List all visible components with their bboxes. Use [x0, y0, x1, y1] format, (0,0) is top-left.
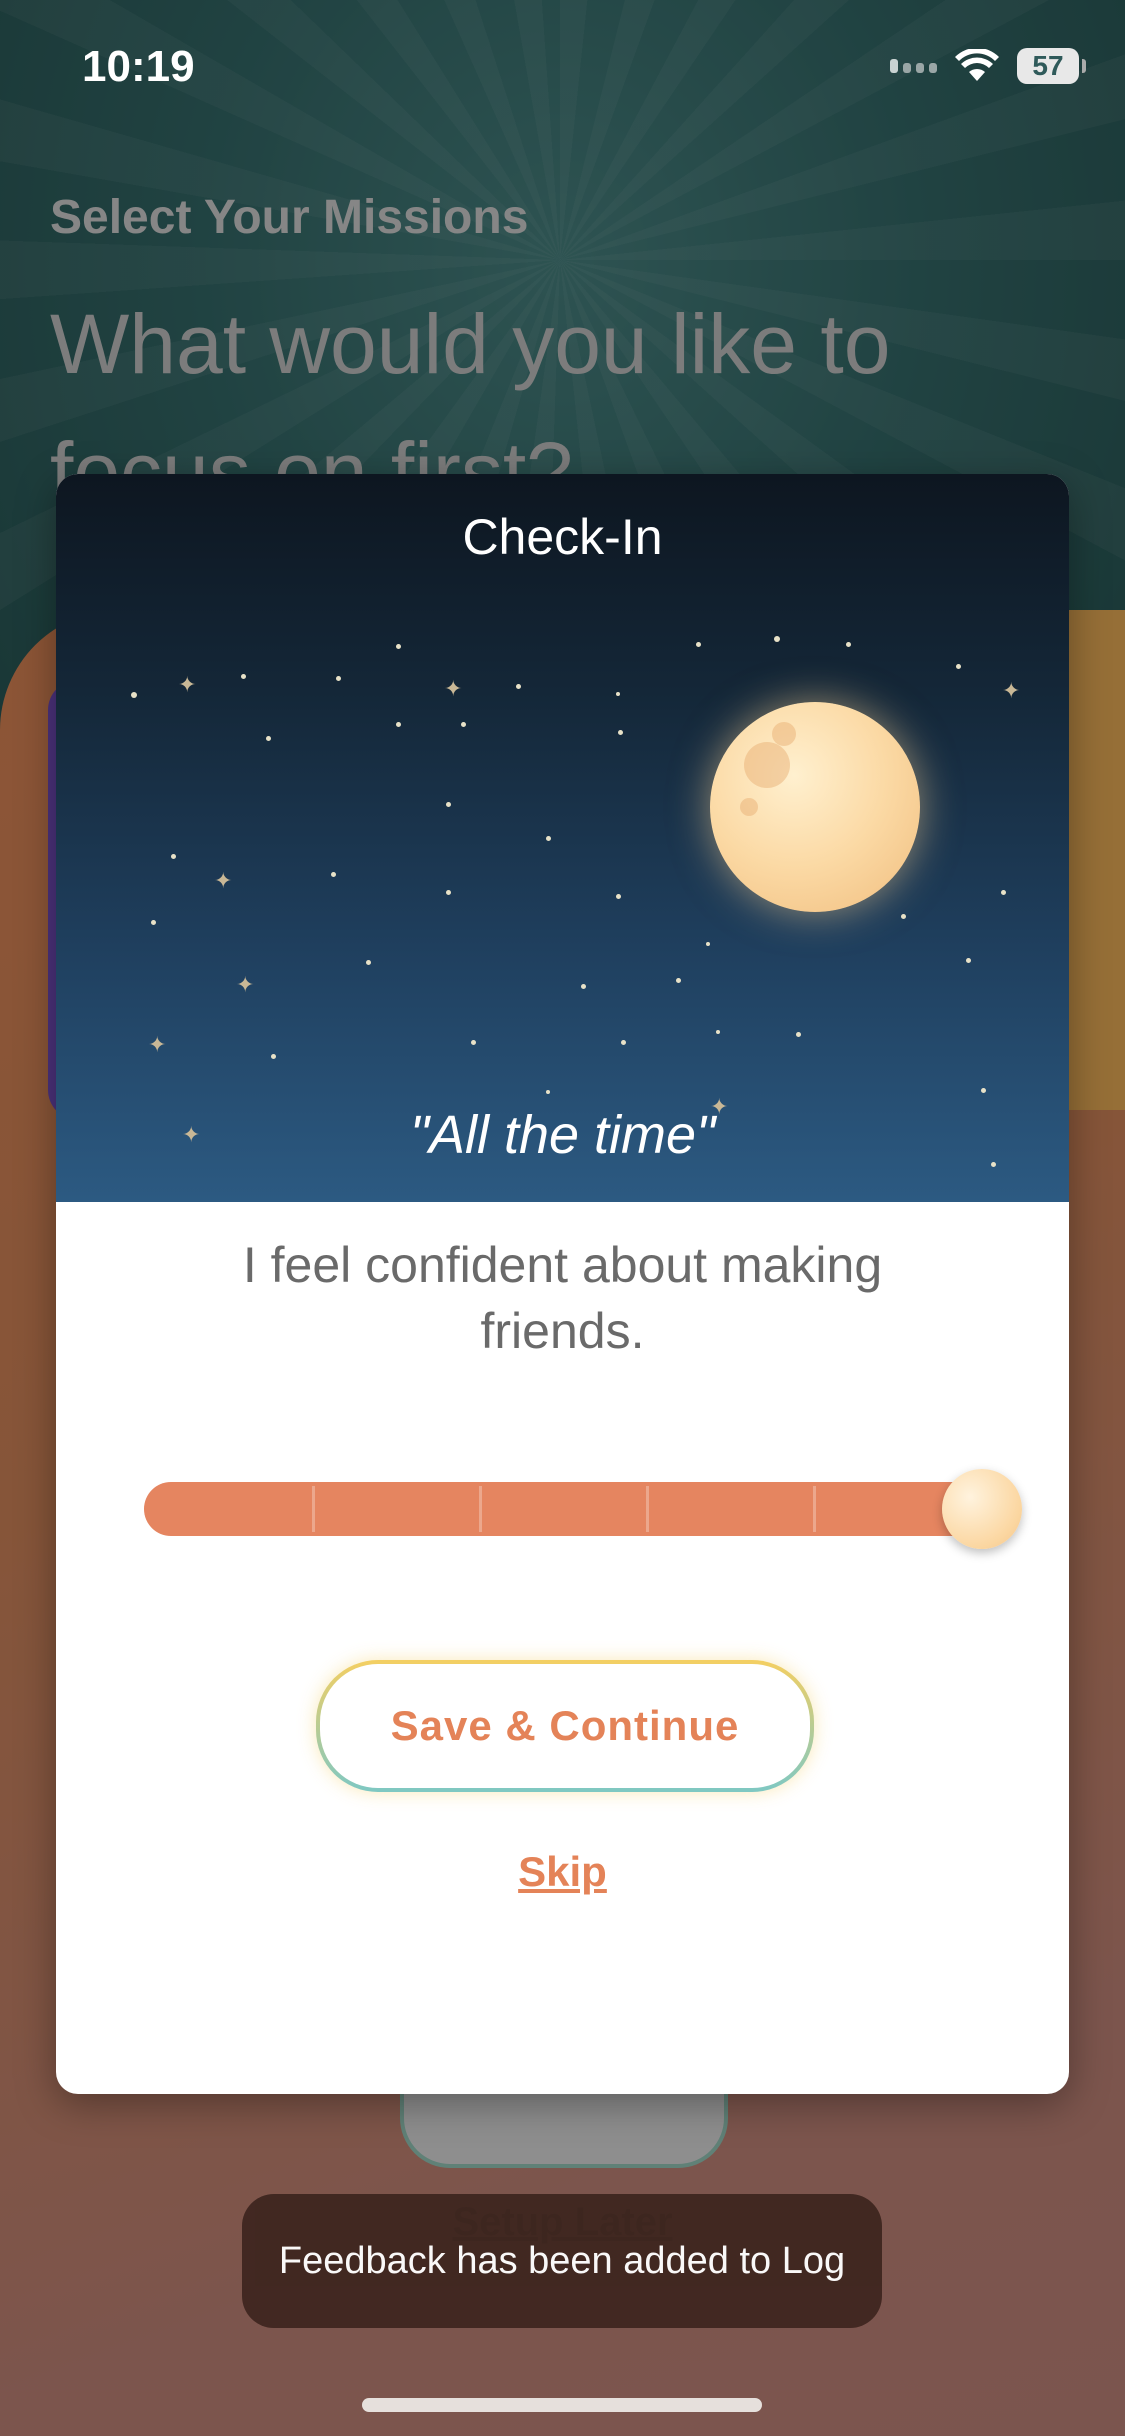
- slider-response-label: "All the time": [409, 1105, 716, 1165]
- wifi-icon: [955, 49, 999, 81]
- star: [516, 684, 521, 689]
- star: [581, 984, 586, 989]
- star: ✦: [178, 672, 197, 697]
- toast-message: Feedback has been added to Log: [278, 2239, 846, 2282]
- battery-icon: 57: [1017, 48, 1086, 84]
- star: ✦: [1002, 678, 1021, 703]
- cellular-signal-icon: [890, 59, 937, 73]
- star: [696, 642, 701, 647]
- star: ✦: [444, 676, 463, 701]
- star: [616, 894, 621, 899]
- star: [618, 730, 623, 735]
- star: [171, 854, 176, 859]
- home-indicator[interactable]: [362, 2398, 762, 2412]
- slider-tick: [813, 1486, 816, 1532]
- star: [546, 1090, 550, 1094]
- star: [396, 644, 401, 649]
- star: [446, 890, 451, 895]
- star: [131, 692, 137, 698]
- agreement-slider-thumb[interactable]: [942, 1469, 1022, 1549]
- moon-icon: [710, 702, 920, 912]
- skip-link[interactable]: Skip: [56, 1848, 1069, 1896]
- star: [616, 692, 620, 696]
- status-time: 10:19: [82, 42, 195, 91]
- star: [331, 872, 336, 877]
- checkin-question: I feel confident about making friends.: [242, 1237, 883, 1359]
- star: [396, 722, 401, 727]
- star: [621, 1040, 626, 1045]
- star: [901, 914, 906, 919]
- star: [461, 722, 466, 727]
- star: [471, 1040, 476, 1045]
- star: [241, 674, 246, 679]
- star: [366, 960, 371, 965]
- slider-tick: [646, 1486, 649, 1532]
- star: [446, 802, 451, 807]
- modal-title: Check-In: [462, 509, 663, 565]
- star: [716, 1030, 720, 1034]
- star: ✦: [148, 1032, 167, 1057]
- star: [266, 736, 271, 741]
- star: [546, 836, 551, 841]
- star: [956, 664, 961, 669]
- star: [981, 1088, 986, 1093]
- save-continue-button[interactable]: Save & Continue: [316, 1660, 814, 1792]
- star: [774, 636, 780, 642]
- night-sky-illustration: Check-In ✦ ✦ ✦ ✦ ✦ ✦ ✦ ✦ "All the time": [56, 474, 1069, 1202]
- star: [796, 1032, 801, 1037]
- star: [1001, 890, 1006, 895]
- star: [676, 978, 681, 983]
- slider-tick: [312, 1486, 315, 1532]
- star: ✦: [236, 972, 255, 997]
- star: [271, 1054, 276, 1059]
- star: ✦: [214, 868, 233, 893]
- feedback-toast: Feedback has been added to Log: [242, 2194, 882, 2328]
- star: [336, 676, 341, 681]
- star: [966, 958, 971, 963]
- star: [151, 920, 156, 925]
- star: [846, 642, 851, 647]
- slider-tick: [479, 1486, 482, 1532]
- agreement-slider-track[interactable]: [144, 1482, 1014, 1536]
- status-indicators: 57: [890, 48, 1086, 84]
- battery-level: 57: [1032, 50, 1064, 81]
- star: [706, 942, 710, 946]
- checkin-modal: Check-In ✦ ✦ ✦ ✦ ✦ ✦ ✦ ✦ "All the time" …: [56, 474, 1069, 2094]
